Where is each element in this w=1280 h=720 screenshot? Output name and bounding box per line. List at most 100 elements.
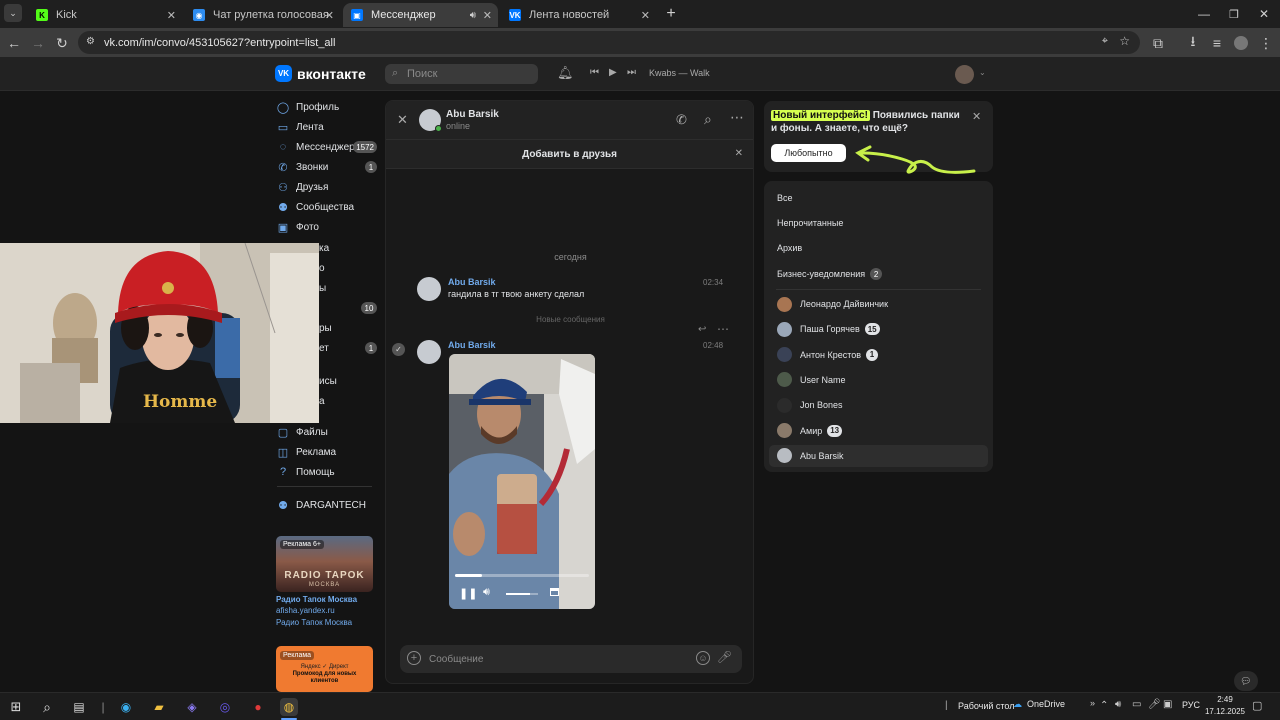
menu-item-partial[interactable]: ка	[319, 243, 329, 254]
message-author[interactable]: Abu Barsik	[448, 340, 496, 350]
notifications-icon[interactable]: ▢	[1252, 699, 1262, 712]
volume-icon[interactable]: 🔊︎	[483, 586, 490, 599]
menu-item-partial[interactable]: исы	[319, 376, 337, 387]
location-icon[interactable]: ⌖	[1102, 35, 1108, 48]
menu-item-friends[interactable]: ⚇ Друзья	[277, 178, 377, 196]
discord-icon[interactable]: ◈	[183, 698, 201, 716]
conversation-item[interactable]: Антон Крестов 1	[769, 344, 988, 366]
menu-item-profile[interactable]: ◯ Профиль	[277, 98, 377, 116]
chevron-down-icon[interactable]: ⌄	[979, 68, 986, 77]
ad-subtitle[interactable]: Радио Тапок Москва	[276, 618, 352, 627]
task-view-icon[interactable]: ▤	[70, 698, 88, 716]
ad-banner-2[interactable]: Реклама Яндекс ✓ Директ Промокод для нов…	[276, 646, 373, 692]
profile-avatar-icon[interactable]	[1234, 36, 1248, 50]
network-icon[interactable]: ▣	[1163, 699, 1172, 710]
pause-icon[interactable]: ❚❚	[459, 587, 477, 600]
previous-track-icon[interactable]: ⏮	[590, 67, 599, 78]
volume-slider[interactable]	[506, 593, 538, 595]
tab-messenger[interactable]: ▣ Мессенджер 🔊︎ ✕	[343, 3, 498, 27]
ad-domain[interactable]: afisha.yandex.ru	[276, 606, 335, 615]
folder-icon[interactable]: ▰	[150, 698, 168, 716]
download-icon[interactable]: ⭳	[1183, 33, 1203, 53]
menu-item-partial[interactable]: ры	[319, 323, 332, 334]
ad-title[interactable]: Радио Тапок Москва	[276, 595, 357, 604]
message-author[interactable]: Abu Barsik	[448, 277, 496, 287]
more-icon[interactable]: ⋯	[730, 109, 744, 126]
close-icon[interactable]: ✕	[167, 9, 176, 22]
monitor-icon[interactable]: ▭	[1132, 699, 1141, 710]
folder-all[interactable]: Все	[777, 193, 793, 203]
media-control-icon[interactable]: ≡	[1207, 33, 1227, 53]
bookmark-star-icon[interactable]: ☆	[1119, 34, 1130, 48]
close-icon[interactable]: ✕	[735, 148, 743, 159]
search-icon[interactable]: ⌕	[38, 698, 56, 716]
menu-kebab-icon[interactable]: ⋮	[1256, 33, 1276, 53]
desktop-label[interactable]: Рабочий стол	[958, 701, 1015, 711]
menu-item-photo[interactable]: ▣ Фото	[277, 218, 377, 236]
new-tab-button[interactable]: +	[661, 4, 681, 24]
site-info-icon[interactable]: ⚙	[86, 36, 95, 47]
close-icon[interactable]: ✕	[641, 9, 650, 22]
tab-kick[interactable]: K Kick ✕	[28, 3, 182, 27]
folder-unread[interactable]: Непрочитанные	[777, 218, 843, 228]
speaker-icon[interactable]: 🔊︎	[1115, 699, 1121, 710]
video-progress-track[interactable]	[455, 574, 589, 577]
restore-button[interactable]: ❐	[1224, 4, 1244, 24]
select-check-icon[interactable]: ✓	[392, 343, 405, 356]
add-friend-label[interactable]: Добавить в друзья	[522, 149, 617, 160]
attach-icon[interactable]: +	[407, 651, 421, 665]
menu-item-communities[interactable]: ⚉ Сообщества	[277, 198, 377, 216]
conversation-item[interactable]: Jon Bones	[769, 394, 988, 416]
avatar[interactable]	[417, 277, 441, 301]
clock-time[interactable]: 2:49	[1205, 695, 1245, 704]
close-icon[interactable]: ✕	[483, 9, 492, 22]
tab-chat-roulette[interactable]: ◉ Чат рулетка голосовая — Nek ✕	[185, 3, 340, 27]
menu-item-calls[interactable]: ✆ Звонки 1	[277, 158, 377, 176]
search-icon[interactable]: ⌕	[704, 111, 712, 128]
vk-logo[interactable]: VK вконтакте	[275, 65, 366, 82]
tab-search-icon[interactable]: ⌄	[4, 4, 22, 22]
video-attachment[interactable]: ❚❚ 🔊︎	[449, 354, 595, 609]
menu-item-help[interactable]: ? Помощь	[277, 463, 377, 481]
folder-business[interactable]: Бизнес-уведомления 2	[777, 268, 883, 280]
chevron-double-icon[interactable]: »	[1090, 698, 1095, 708]
reply-icon[interactable]: ↩	[698, 324, 706, 335]
conversation-item[interactable]: User Name	[769, 369, 988, 391]
back-icon[interactable]: ←	[4, 33, 24, 53]
app-icon[interactable]: ◎	[216, 698, 234, 716]
conversation-item[interactable]: Паша Горячев 15	[769, 318, 988, 340]
phone-call-icon[interactable]: ✆	[676, 112, 687, 128]
bell-icon[interactable]: 🔔︎	[557, 65, 574, 81]
menu-item-partial[interactable]: ет	[319, 343, 329, 354]
windows-start-icon[interactable]: ⊞	[7, 698, 25, 716]
avatar[interactable]	[417, 340, 441, 364]
curious-button[interactable]: Любопытно	[771, 144, 846, 162]
speaker-icon[interactable]: 🔊︎	[470, 10, 476, 21]
conversation-item[interactable]: Abu Barsik	[769, 444, 988, 467]
microphone-icon[interactable]: 🎤︎	[1148, 699, 1161, 710]
menu-item-news[interactable]: ▭ Лента	[277, 118, 377, 136]
chrome-icon[interactable]: ◍	[280, 698, 298, 716]
emoji-icon[interactable]: ☺	[696, 651, 710, 665]
conversation-item[interactable]: Леонардо Дайвинчик	[769, 293, 988, 315]
player-track[interactable]: Kwabs — Walk	[649, 68, 710, 78]
close-window-button[interactable]: ✕	[1254, 4, 1274, 24]
forward-icon[interactable]: →	[28, 33, 48, 53]
extensions-icon[interactable]: ⧉	[1148, 33, 1168, 53]
add-friend-bar[interactable]: Добавить в друзья ✕	[386, 140, 753, 169]
next-track-icon[interactable]: ⏭	[627, 67, 636, 78]
minimize-button[interactable]: —	[1194, 4, 1214, 24]
menu-item-messenger[interactable]: ◌ Мессенджер 1572	[277, 138, 377, 156]
menu-item-files[interactable]: ▢ Файлы	[277, 423, 377, 441]
menu-item-partial[interactable]: а	[319, 396, 325, 407]
close-icon[interactable]: ✕	[325, 9, 334, 22]
user-avatar[interactable]	[955, 65, 974, 84]
onedrive-label[interactable]: OneDrive	[1027, 699, 1065, 709]
search-input[interactable]: ⌕ Поиск	[385, 64, 538, 84]
menu-item-group[interactable]: ⚉ DARGANTECH	[277, 496, 377, 514]
clock-date[interactable]: 17.12.2025	[1199, 707, 1251, 716]
chevron-up-icon[interactable]: ⌃	[1100, 700, 1108, 711]
folder-archive[interactable]: Архив	[777, 243, 802, 253]
menu-item-partial[interactable]: о	[319, 263, 325, 274]
more-icon[interactable]: ⋯	[717, 322, 729, 336]
